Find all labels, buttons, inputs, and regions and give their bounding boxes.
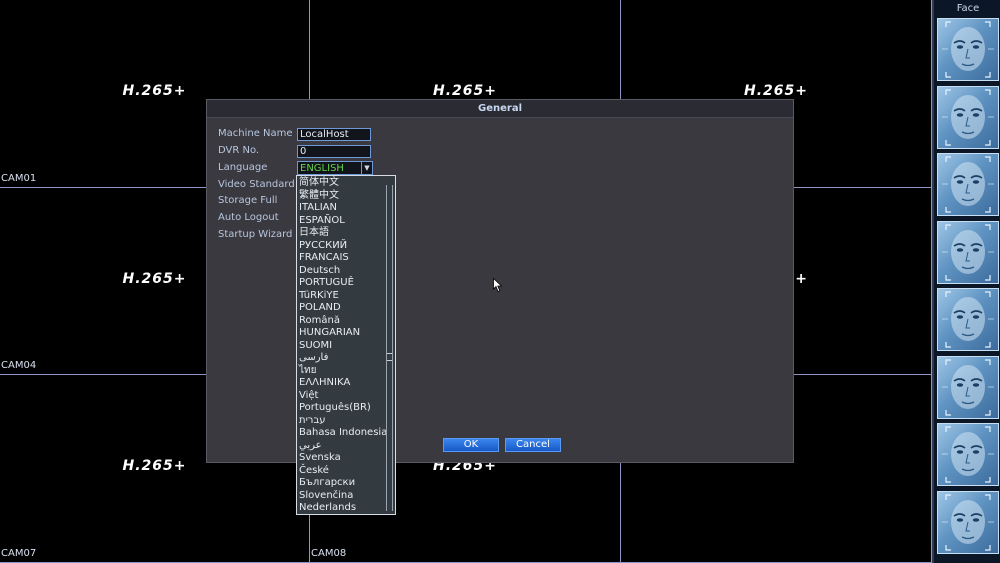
ok-button[interactable]: OK: [443, 438, 499, 452]
camera-label: CAM07: [1, 548, 37, 559]
scrollbar-thumb[interactable]: [387, 353, 392, 361]
video-standard-label: Video Standard: [218, 179, 295, 190]
face-thumbnail-icon[interactable]: [937, 153, 999, 216]
language-option[interactable]: ไทย: [299, 365, 385, 378]
language-dropdown[interactable]: 简体中文 繁體中文 ITALIAN ESPAÑOL 日本語 РУССКИЙ FRANCAIS…: [296, 175, 396, 515]
face-thumbnail-icon[interactable]: [937, 18, 999, 81]
language-selected-value: ENGLISH: [300, 163, 344, 174]
language-option[interactable]: فارسی: [299, 352, 385, 365]
language-option[interactable]: Bahasa Indonesia: [299, 427, 387, 440]
face-panel-title: Face: [956, 3, 980, 14]
face-thumbnail-icon[interactable]: [937, 85, 999, 149]
language-option[interactable]: ESPAÑOL: [299, 215, 385, 228]
face-panel: Face: [932, 0, 1000, 563]
camera-label: CAM04: [1, 360, 37, 371]
language-option[interactable]: PORTUGUÊ: [299, 277, 385, 290]
camera-label: CAM08: [311, 548, 347, 559]
language-option[interactable]: POLAND: [299, 302, 385, 315]
language-option[interactable]: TüRKiYE: [299, 290, 385, 303]
language-option[interactable]: ΕΛΛΗΝΙΚΑ: [299, 377, 385, 390]
language-option[interactable]: Português(BR): [299, 402, 385, 415]
codec-label: H.265+: [122, 83, 187, 99]
codec-label: H.265+: [744, 83, 808, 99]
storage-full-label: Storage Full: [218, 195, 278, 206]
language-option[interactable]: Việt: [299, 390, 385, 403]
language-option[interactable]: Română: [299, 315, 385, 328]
face-thumbnail-icon[interactable]: [937, 288, 999, 351]
language-option[interactable]: عربي: [299, 440, 385, 453]
language-option[interactable]: ITALIAN: [299, 202, 385, 215]
dialog-title: General: [207, 100, 793, 118]
face-thumbnail-icon[interactable]: [937, 220, 999, 284]
language-option-list: 简体中文 繁體中文 ITALIAN ESPAÑOL 日本語 РУССКИЙ FRANCAIS…: [299, 177, 387, 515]
language-option[interactable]: České: [299, 465, 385, 478]
chevron-down-icon[interactable]: ▼: [361, 162, 372, 174]
language-option[interactable]: 繁體中文: [299, 190, 385, 203]
camera-label: CAM01: [1, 173, 37, 184]
face-thumbnail-icon[interactable]: [937, 355, 999, 419]
codec-label: H.265+: [433, 83, 497, 99]
language-select[interactable]: ENGLISH ▼: [297, 161, 373, 175]
language-option[interactable]: FRANCAIS: [299, 252, 385, 265]
dvr-no-label: DVR No.: [218, 145, 260, 156]
auto-logout-label: Auto Logout: [218, 212, 279, 223]
language-option[interactable]: Български: [299, 477, 385, 490]
language-option[interactable]: Nederlands: [299, 502, 385, 515]
language-option[interactable]: 简体中文: [299, 177, 385, 190]
language-option[interactable]: עברית: [299, 415, 385, 428]
language-option[interactable]: HUNGARIAN: [299, 327, 385, 340]
face-thumbnail-icon[interactable]: [937, 490, 999, 554]
machine-name-input[interactable]: LocalHost: [297, 128, 371, 141]
language-option[interactable]: Deutsch: [299, 265, 385, 278]
mouse-cursor-icon: [493, 278, 503, 293]
language-option[interactable]: Svenska: [299, 452, 385, 465]
language-option[interactable]: РУССКИЙ: [299, 240, 385, 253]
machine-name-label: Machine Name: [218, 128, 293, 139]
dvr-no-input[interactable]: 0: [297, 145, 371, 158]
cancel-button[interactable]: Cancel: [505, 438, 561, 452]
language-option[interactable]: Slovenčina: [299, 490, 385, 503]
language-option[interactable]: SUOMI: [299, 340, 385, 353]
startup-wizard-label: Startup Wizard: [218, 229, 293, 240]
face-thumbnail-icon[interactable]: [937, 423, 999, 486]
language-label: Language: [218, 162, 268, 173]
language-option[interactable]: 日本語: [299, 227, 385, 240]
dropdown-scrollbar[interactable]: [386, 185, 393, 511]
